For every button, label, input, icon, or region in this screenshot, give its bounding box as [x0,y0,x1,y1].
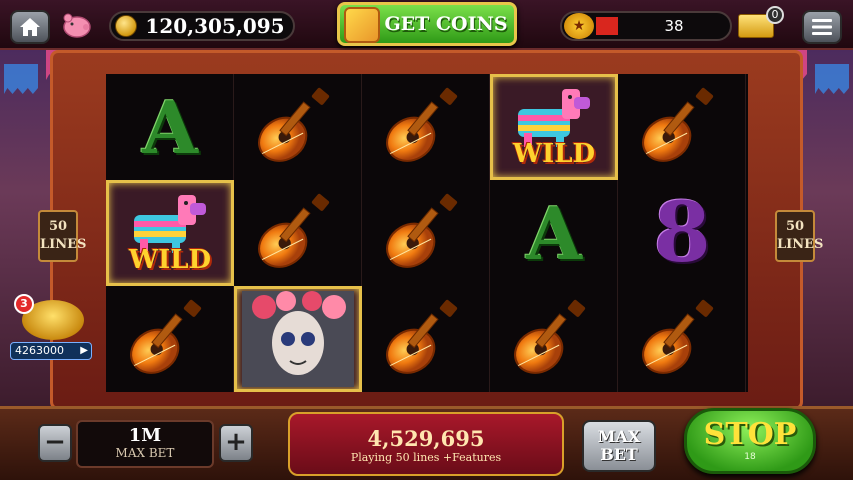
symbol-letter: A [526,190,582,276]
get-coins-button[interactable]: GET COINS [337,2,517,46]
bonus-count-badge: 3 [14,294,34,314]
lines-label: LINES [777,237,824,252]
papel-picado-decoration [4,64,38,94]
papel-picado-decoration [815,64,849,94]
stop-spin-button[interactable]: STOP 18 [684,408,816,474]
bonus-amount-value: 4263000 [15,344,64,357]
win-display: 4,529,695 Playing 50 lines +Features [288,412,564,476]
ukulele-icon [258,87,330,162]
slot-game-screen: 120,305,095 GET COINS ★ 38 0 50 LINES 50… [0,0,853,480]
symbol-letter: A [142,84,198,170]
calavera-portrait-icon [242,291,354,387]
bet-value: 1M [128,425,162,446]
lines-indicator-left: 50 LINES [38,210,87,262]
symbol-wild: WILD [106,180,234,286]
symbol-ukulele [234,180,362,286]
wild-label: WILD [512,139,596,169]
menu-button[interactable] [802,10,842,44]
piggy-bank-button[interactable] [60,10,94,40]
symbol-A: A [490,180,618,286]
bet-display: 1M MAX BET [76,420,214,468]
video-play-icon: ▶ [80,345,88,356]
gift-coins-icon [344,7,380,43]
symbol-ukulele [490,286,618,392]
coin-balance: 120,305,095 [109,11,295,41]
level-badge-icon: ★ [564,13,594,39]
ukulele-icon [386,193,458,268]
symbol-ukulele [362,286,490,392]
menu-icon [812,19,832,35]
reel-column: WILD A [490,74,618,392]
max-bet-label-line1: MAX [597,427,641,446]
symbol-ukulele [106,286,234,392]
symbol-8: 8 [618,180,746,286]
lines-indicator-right: 50 LINES [775,210,824,262]
stop-label: STOP [703,417,797,452]
ukulele-icon [386,87,458,162]
level-value: 38 [664,17,684,35]
reel-column: A WILD [106,74,234,392]
win-value: 4,529,695 [367,426,485,451]
coin-balance-value: 120,305,095 [145,14,285,38]
increase-bet-button[interactable]: + [219,424,253,462]
ticket-count-badge: 0 [766,6,784,24]
coin-icon [115,15,137,37]
lines-count: 50 [48,219,68,234]
symbol-calavera [234,286,362,392]
decrease-bet-button[interactable]: − [38,424,72,462]
reels-grid: A WILD WILD A 8 [106,74,748,392]
ukulele-icon [130,299,202,374]
symbol-letter: 8 [653,185,711,281]
lines-label: LINES [40,237,87,252]
symbol-ukulele [618,286,746,392]
piggy-bank-icon [63,13,91,38]
ukulele-icon [514,299,586,374]
reel-column [234,74,362,392]
auto-spin-count: 18 [744,452,756,462]
symbol-ukulele [362,180,490,286]
bet-label: MAX BET [115,446,175,460]
ukulele-icon [386,299,458,374]
symbol-ukulele [362,74,490,180]
ukulele-icon [642,299,714,374]
ukulele-icon [642,87,714,162]
reel-column [362,74,490,392]
level-progress-fill [596,17,618,35]
symbol-ukulele [618,74,746,180]
get-coins-label: GET COINS [384,13,508,35]
symbol-wild: WILD [490,74,618,180]
home-icon [20,18,40,36]
max-bet-button[interactable]: MAX BET [582,420,656,472]
level-progress: ★ 38 [560,11,732,41]
max-bet-label-line2: BET [600,445,638,464]
symbol-ukulele [234,74,362,180]
home-button[interactable] [10,10,50,44]
lines-count: 50 [785,219,805,234]
symbol-A: A [106,74,234,180]
win-label: Playing 50 lines +Features [350,451,502,464]
coin-bonus-widget[interactable]: 3 4263000 ▶ [8,294,94,364]
ukulele-icon [258,193,330,268]
bonus-amount: 4263000 ▶ [10,342,92,360]
wild-label: WILD [128,245,212,275]
reel-column: 8 [618,74,746,392]
top-bar: 120,305,095 GET COINS ★ 38 0 [0,0,853,50]
